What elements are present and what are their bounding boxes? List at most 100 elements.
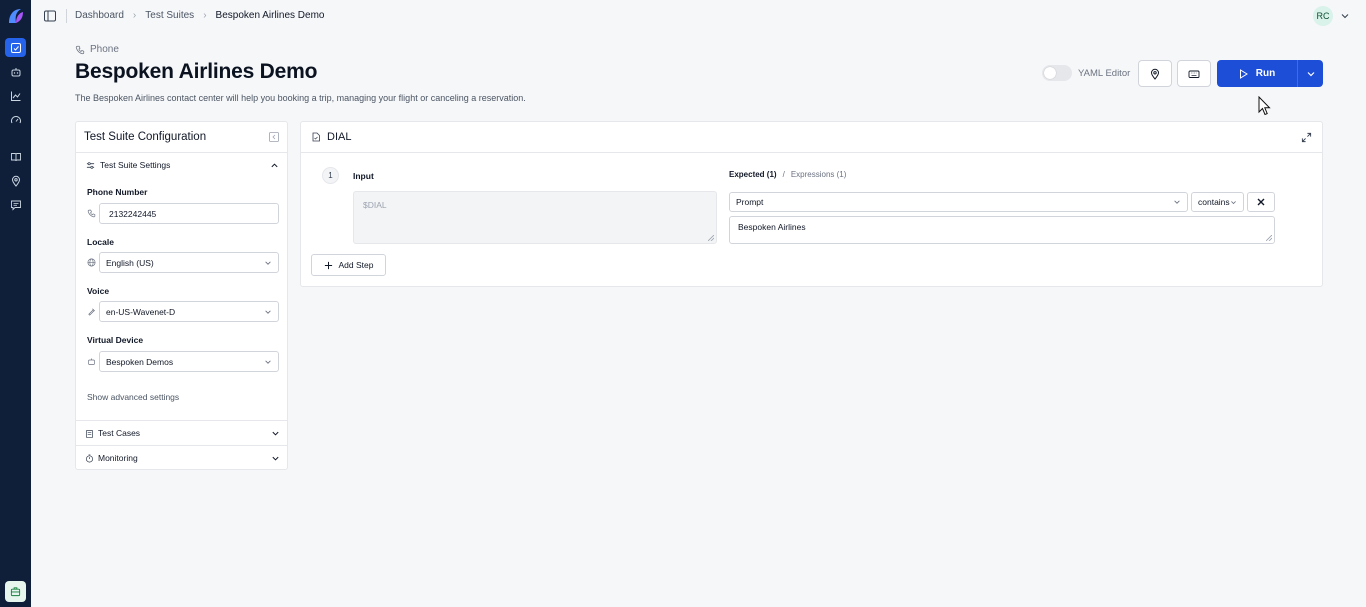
input-label: Input	[353, 171, 374, 181]
test-case-title: DIAL	[327, 131, 352, 143]
keyboard-icon	[1188, 70, 1200, 78]
avatar[interactable]: RC	[1313, 6, 1333, 26]
voice-value: en-US-Wavenet-D	[106, 306, 176, 317]
monitoring-accordion[interactable]: Monitoring	[76, 445, 287, 470]
chevron-down-icon	[1231, 200, 1236, 204]
globe-icon	[87, 258, 96, 267]
virtual-device-select[interactable]: Bespoken Demos	[99, 351, 279, 372]
page-title: Bespoken Airlines Demo	[75, 60, 318, 83]
clipboard-icon	[85, 429, 94, 438]
file-icon	[312, 132, 320, 142]
expected-tabs: Expected (1) / Expressions (1)	[729, 170, 846, 179]
location-pin-icon	[1150, 68, 1160, 80]
step-number: 1	[322, 167, 339, 184]
chevron-down-icon	[265, 260, 271, 265]
plus-icon	[324, 261, 332, 269]
breadcrumb-dashboard[interactable]: Dashboard	[75, 10, 124, 21]
phone-icon	[87, 209, 96, 218]
close-icon	[1257, 198, 1265, 206]
suite-kind-label: Phone	[90, 44, 119, 55]
collapse-panel-icon[interactable]	[269, 132, 279, 142]
input-textarea[interactable]: $DIAL	[353, 191, 717, 244]
voice-label: Voice	[87, 286, 110, 296]
add-step-button[interactable]: Add Step	[311, 254, 386, 276]
test-cases-label: Test Cases	[98, 428, 141, 438]
chevron-down-icon	[272, 456, 279, 461]
input-value: $DIAL	[363, 200, 387, 210]
phone-number-input[interactable]: 2132242445	[99, 203, 279, 224]
expected-value-textarea[interactable]: Bespoken Airlines	[729, 216, 1275, 244]
operator-select-value: contains	[1198, 197, 1230, 207]
book-icon[interactable]	[5, 147, 26, 166]
bot-icon[interactable]	[5, 62, 26, 81]
top-bar: Dashboard › Test Suites › Bespoken Airli…	[31, 0, 1366, 32]
yaml-editor-toggle[interactable]	[1042, 65, 1072, 81]
keyboard-button[interactable]	[1177, 60, 1211, 87]
config-header: Test Suite Configuration	[76, 122, 287, 153]
phone-number-label: Phone Number	[87, 187, 148, 197]
test-case-header: DIAL	[301, 122, 1322, 153]
briefcase-icon[interactable]	[5, 581, 26, 602]
run-button[interactable]: Run	[1217, 60, 1297, 87]
chevron-up-icon	[271, 162, 278, 167]
voice-select[interactable]: en-US-Wavenet-D	[99, 301, 279, 322]
page-description: The Bespoken Airlines contact center wil…	[75, 93, 526, 103]
chevron-down-icon	[1307, 71, 1314, 76]
test-suites-icon[interactable]	[5, 38, 26, 57]
field-select[interactable]: Prompt	[729, 192, 1188, 212]
tab-separator: /	[782, 170, 785, 179]
remove-expectation-button[interactable]	[1247, 192, 1275, 212]
chart-icon[interactable]	[5, 86, 26, 105]
expected-value: Bespoken Airlines	[738, 222, 806, 232]
message-icon[interactable]	[5, 195, 26, 214]
test-case-panel: DIAL 1 Input $DIAL Expected (1) / Expres…	[300, 121, 1323, 287]
test-suite-settings-label: Test Suite Settings	[100, 160, 171, 170]
settings-sliders-icon	[86, 161, 95, 169]
test-suite-settings-header[interactable]: Test Suite Settings	[76, 153, 287, 177]
run-options-button[interactable]	[1297, 60, 1323, 87]
config-title: Test Suite Configuration	[84, 131, 207, 143]
run-label: Run	[1255, 68, 1276, 79]
breadcrumb-test-suites[interactable]: Test Suites	[145, 10, 194, 21]
virtual-device-value: Bespoken Demos	[106, 356, 174, 367]
expand-icon[interactable]	[1301, 132, 1312, 143]
play-icon	[1239, 68, 1248, 79]
gauge-icon[interactable]	[5, 110, 26, 129]
yaml-editor-toggle-group: YAML Editor	[1042, 65, 1130, 81]
bot-icon	[88, 358, 95, 365]
operator-select[interactable]: contains	[1191, 192, 1244, 212]
resize-handle-icon[interactable]	[1266, 235, 1272, 241]
chevron-down-icon	[265, 309, 271, 314]
breadcrumb: Dashboard › Test Suites › Bespoken Airli…	[75, 10, 324, 21]
location-button[interactable]	[1138, 60, 1172, 87]
sidebar-toggle-icon[interactable]	[43, 9, 57, 23]
location-icon[interactable]	[5, 171, 26, 190]
chevron-down-icon	[1174, 200, 1180, 204]
locale-select[interactable]: English (US)	[99, 252, 279, 273]
test-cases-accordion[interactable]: Test Cases	[76, 420, 287, 445]
resize-handle-icon[interactable]	[708, 235, 714, 241]
tab-expressions[interactable]: Expressions (1)	[791, 170, 847, 179]
chevron-down-icon[interactable]	[1340, 11, 1350, 21]
chevron-down-icon	[272, 431, 279, 436]
breadcrumb-current: Bespoken Airlines Demo	[215, 10, 325, 21]
tab-expected[interactable]: Expected (1)	[729, 170, 777, 179]
left-rail	[0, 0, 31, 607]
phone-icon	[75, 45, 85, 54]
chevron-down-icon	[265, 359, 271, 364]
microphone-icon	[88, 308, 95, 316]
virtual-device-label: Virtual Device	[87, 335, 144, 345]
add-step-label: Add Step	[338, 260, 374, 270]
show-advanced-settings-link[interactable]: Show advanced settings	[87, 392, 179, 402]
yaml-editor-label: YAML Editor	[1078, 67, 1131, 79]
suite-kind: Phone	[75, 44, 119, 55]
locale-label: Locale	[87, 237, 114, 247]
divider	[66, 9, 67, 23]
monitoring-label: Monitoring	[98, 453, 138, 463]
locale-value: English (US)	[106, 257, 154, 268]
phone-number-value: 2132242445	[109, 208, 157, 219]
mouse-cursor-icon	[1258, 96, 1271, 116]
field-select-value: Prompt	[736, 197, 764, 207]
chevron-right-icon: ›	[132, 10, 137, 21]
app-logo[interactable]	[6, 6, 26, 26]
